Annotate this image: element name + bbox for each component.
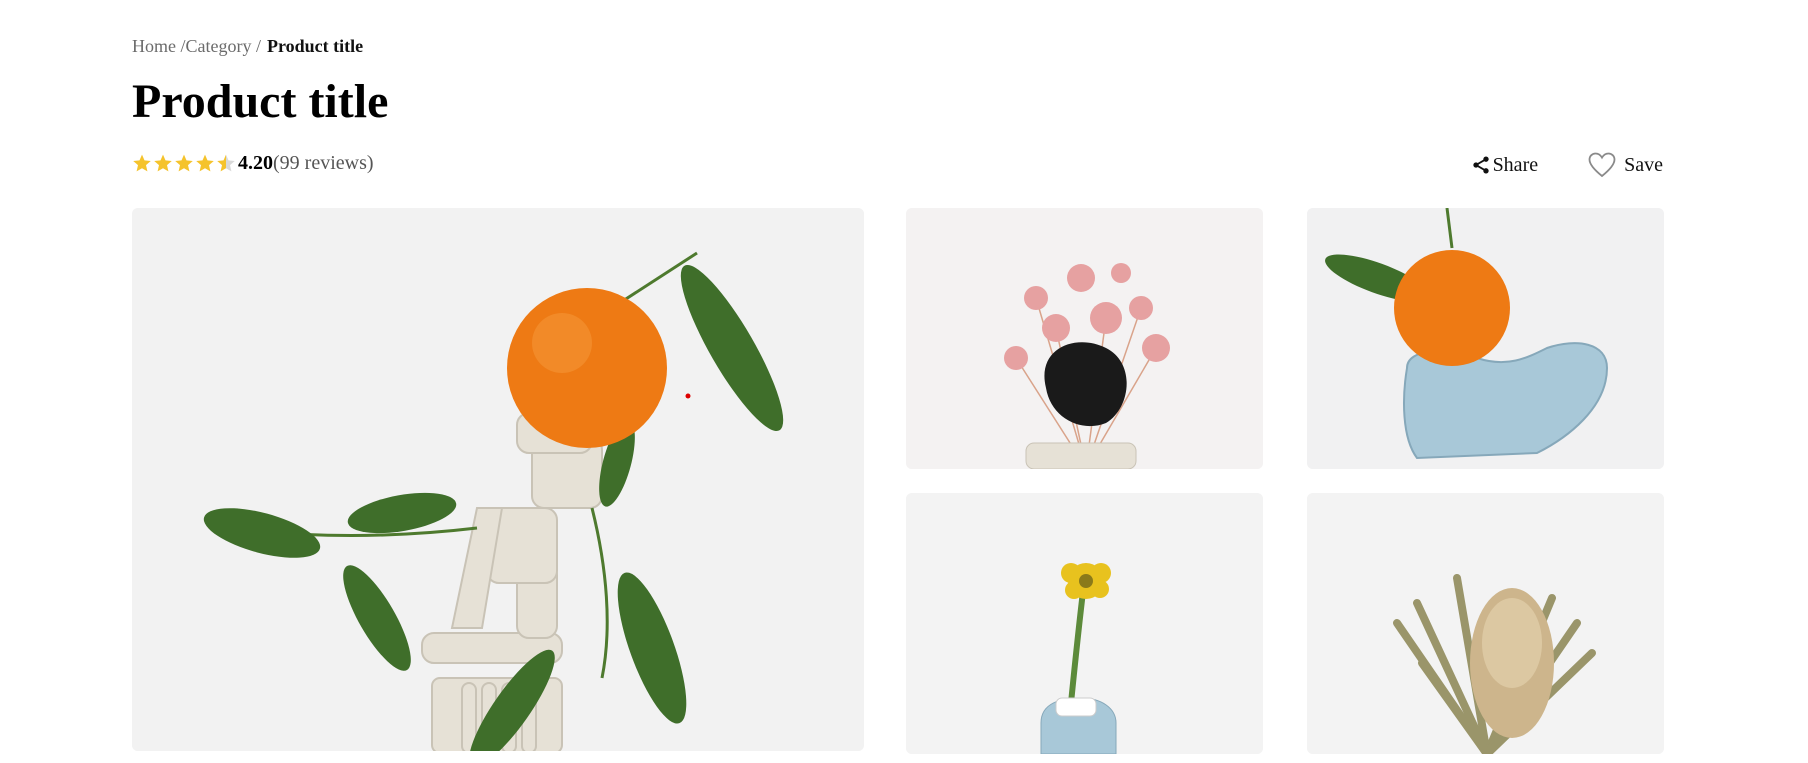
thumbnail-image[interactable] [906,208,1263,469]
thumbnail-image[interactable] [1307,208,1664,469]
breadcrumb-home[interactable]: Home / [132,36,186,56]
thumbnail-image[interactable] [906,493,1263,754]
star-icon [196,154,214,172]
yellow-flower-illustration [906,493,1263,754]
dried-banksia-illustration [1307,493,1664,754]
main-product-image[interactable] [132,208,864,751]
heart-icon [1588,152,1616,178]
review-count[interactable]: (99 reviews) [273,152,374,175]
star-icon [133,154,151,172]
star-icon [154,154,172,172]
share-button[interactable]: Share [1471,153,1539,177]
product-actions: Share Save [1471,152,1663,178]
breadcrumb-current: Product title [266,36,364,56]
star-rating [132,153,236,173]
page-title: Product title [132,75,389,128]
breadcrumb: Home /Category / Product title [132,36,363,57]
star-icon [175,154,193,172]
half-star-icon [217,154,235,172]
share-label: Share [1492,153,1539,176]
rating-value: 4.20 [238,151,273,174]
breadcrumb-category[interactable]: Category / [186,36,261,56]
orange-blue-vase-illustration [1307,208,1664,469]
share-icon [1472,156,1489,174]
save-label: Save [1624,153,1663,176]
save-button[interactable]: Save [1588,152,1663,178]
thumbnail-image[interactable] [1307,493,1664,754]
orange-sculpture-illustration [132,208,864,751]
product-rating: 4.20 (99 reviews) [132,150,374,176]
pink-flowers-illustration [906,208,1263,469]
